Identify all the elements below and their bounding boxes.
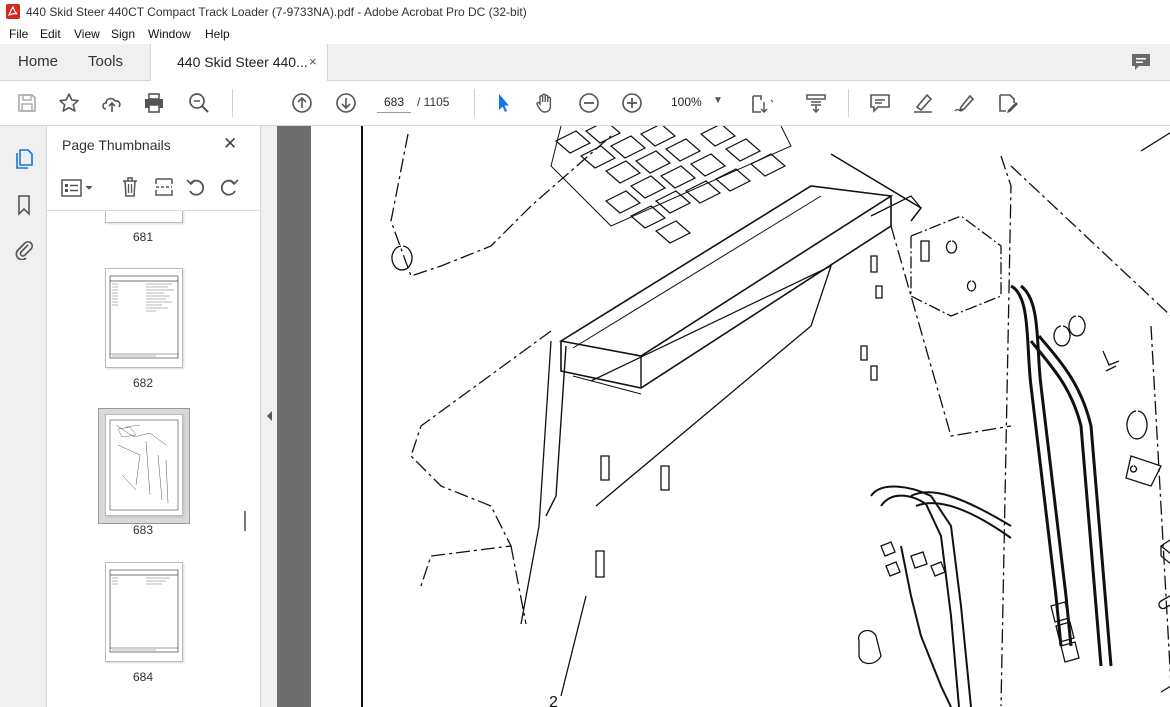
thumbnail-page-number: 681: [132, 230, 154, 244]
document-tab-label: 440 Skid Steer 440...: [177, 54, 308, 70]
tab-tools[interactable]: Tools: [88, 53, 123, 70]
page-total: / 1105: [417, 95, 450, 109]
comment-bubble-icon[interactable]: [1130, 52, 1152, 72]
insert-page-icon[interactable]: [153, 176, 175, 198]
panel-collapse-handle[interactable]: [261, 126, 277, 707]
toolbar-divider: [474, 89, 475, 117]
close-tab-button[interactable]: ×: [309, 54, 317, 69]
sign-icon[interactable]: [953, 92, 977, 114]
thumbnail-scrollbar[interactable]: [244, 211, 260, 707]
select-cursor-icon[interactable]: [491, 92, 515, 114]
attachment-icon[interactable]: [14, 238, 34, 260]
callout-number: 2: [549, 694, 558, 707]
page-number-input[interactable]: [377, 92, 411, 113]
comment-icon[interactable]: [868, 92, 892, 114]
title-bar: 440 Skid Steer 440CT Compact Track Loade…: [0, 0, 1170, 25]
thumbnail-preview: [109, 569, 179, 653]
delete-page-icon[interactable]: [120, 176, 140, 198]
toolbar-divider: [232, 89, 233, 117]
panel-title: Page Thumbnails: [62, 137, 171, 153]
fit-page-icon[interactable]: [749, 92, 776, 114]
page-thumbnails-panel: Page Thumbnails ✕ 681 682 683 684: [47, 126, 261, 707]
menu-help[interactable]: Help: [205, 27, 230, 41]
page-thumbnail-684[interactable]: [105, 562, 183, 662]
tab-bar: Home Tools 440 Skid Steer 440... ×: [0, 44, 1170, 81]
close-panel-button[interactable]: ✕: [223, 134, 237, 154]
zoom-in-icon[interactable]: [620, 92, 644, 114]
menu-view[interactable]: View: [74, 27, 100, 41]
collapse-arrow-icon: [267, 411, 272, 421]
left-navigation-rail: [0, 126, 47, 707]
tab-document[interactable]: 440 Skid Steer 440... ×: [150, 44, 328, 81]
page-thumbnail-683[interactable]: [105, 414, 183, 516]
toolbar-divider: [848, 89, 849, 117]
zoom-value: 100%: [671, 95, 702, 109]
pdf-page: 2: [311, 126, 1170, 707]
zoom-out-icon[interactable]: [577, 92, 601, 114]
rotate-clockwise-icon[interactable]: [218, 176, 240, 198]
menu-edit[interactable]: Edit: [40, 27, 61, 41]
rotate-counterclockwise-icon[interactable]: [185, 176, 207, 198]
page-thumbnails-icon[interactable]: [14, 148, 34, 170]
hand-icon[interactable]: [533, 92, 557, 114]
bookmark-icon[interactable]: [15, 194, 33, 216]
scroll-mode-icon[interactable]: [804, 92, 828, 114]
main-toolbar: / 1105 100% ▼: [0, 81, 1170, 126]
thumbnail-toolbar: [47, 166, 260, 211]
thumbnail-page-number: 684: [132, 670, 154, 684]
window-title: 440 Skid Steer 440CT Compact Track Loade…: [26, 5, 527, 19]
save-icon[interactable]: [15, 92, 39, 114]
thumbnail-preview: [109, 419, 179, 511]
chevron-down-icon: ▼: [713, 95, 723, 106]
search-zoom-icon[interactable]: [187, 92, 211, 114]
scrollbar-thumb[interactable]: [244, 511, 246, 531]
technical-drawing: 2: [361, 126, 1170, 707]
star-icon[interactable]: [57, 92, 81, 114]
page-thumbnail-682[interactable]: [105, 268, 183, 368]
arrow-up-icon[interactable]: [290, 92, 314, 114]
tab-home[interactable]: Home: [18, 53, 58, 70]
arrow-down-icon[interactable]: [334, 92, 358, 114]
thumbnail-preview: [109, 275, 179, 359]
edit-icon[interactable]: [996, 92, 1020, 114]
page-thumbnail-681[interactable]: [105, 211, 183, 223]
upload-icon[interactable]: [100, 92, 124, 114]
menu-window[interactable]: Window: [148, 27, 191, 41]
menu-sign[interactable]: Sign: [111, 27, 135, 41]
thumbnail-page-number: 682: [132, 376, 154, 390]
menu-file[interactable]: File: [9, 27, 28, 41]
menu-bar: File Edit View Sign Window Help: [0, 24, 1170, 44]
zoom-dropdown[interactable]: 100% ▼: [663, 92, 727, 114]
thumbnail-page-number: 683: [132, 523, 154, 537]
highlight-icon[interactable]: [911, 92, 935, 114]
thumbnail-list: 681 682 683 684: [47, 211, 243, 707]
acrobat-app-icon: [6, 4, 20, 19]
thumbnail-options-icon[interactable]: [61, 179, 95, 197]
print-icon[interactable]: [142, 92, 166, 114]
document-viewport[interactable]: 2: [277, 126, 1170, 707]
